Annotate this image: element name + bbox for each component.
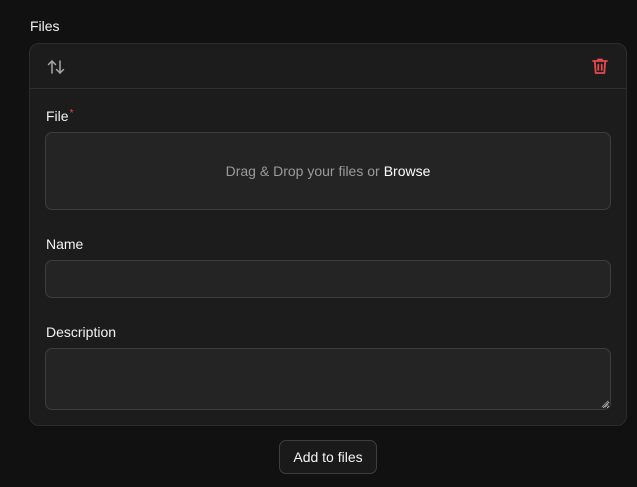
arrow-up-down-icon[interactable] xyxy=(46,57,66,77)
file-item-header xyxy=(30,44,626,89)
description-field-label: Description xyxy=(46,324,117,340)
files-page: Files File* Drag & Drop your files or Br xyxy=(0,0,637,487)
trash-icon[interactable] xyxy=(590,56,610,76)
add-to-files-button[interactable]: Add to files xyxy=(279,440,377,474)
name-field-label: Name xyxy=(46,236,84,252)
section-title: Files xyxy=(30,18,60,34)
required-marker: * xyxy=(69,108,74,119)
file-field-label: File* xyxy=(46,107,73,125)
description-textarea[interactable] xyxy=(45,348,611,410)
file-item-card: File* Drag & Drop your files or Browse N… xyxy=(29,43,627,426)
file-dropzone[interactable]: Drag & Drop your files or Browse xyxy=(45,132,611,210)
name-input[interactable] xyxy=(45,260,611,298)
browse-link[interactable]: Browse xyxy=(384,163,431,179)
file-label-text: File xyxy=(46,108,69,124)
dropzone-text: Drag & Drop your files or xyxy=(225,163,380,179)
